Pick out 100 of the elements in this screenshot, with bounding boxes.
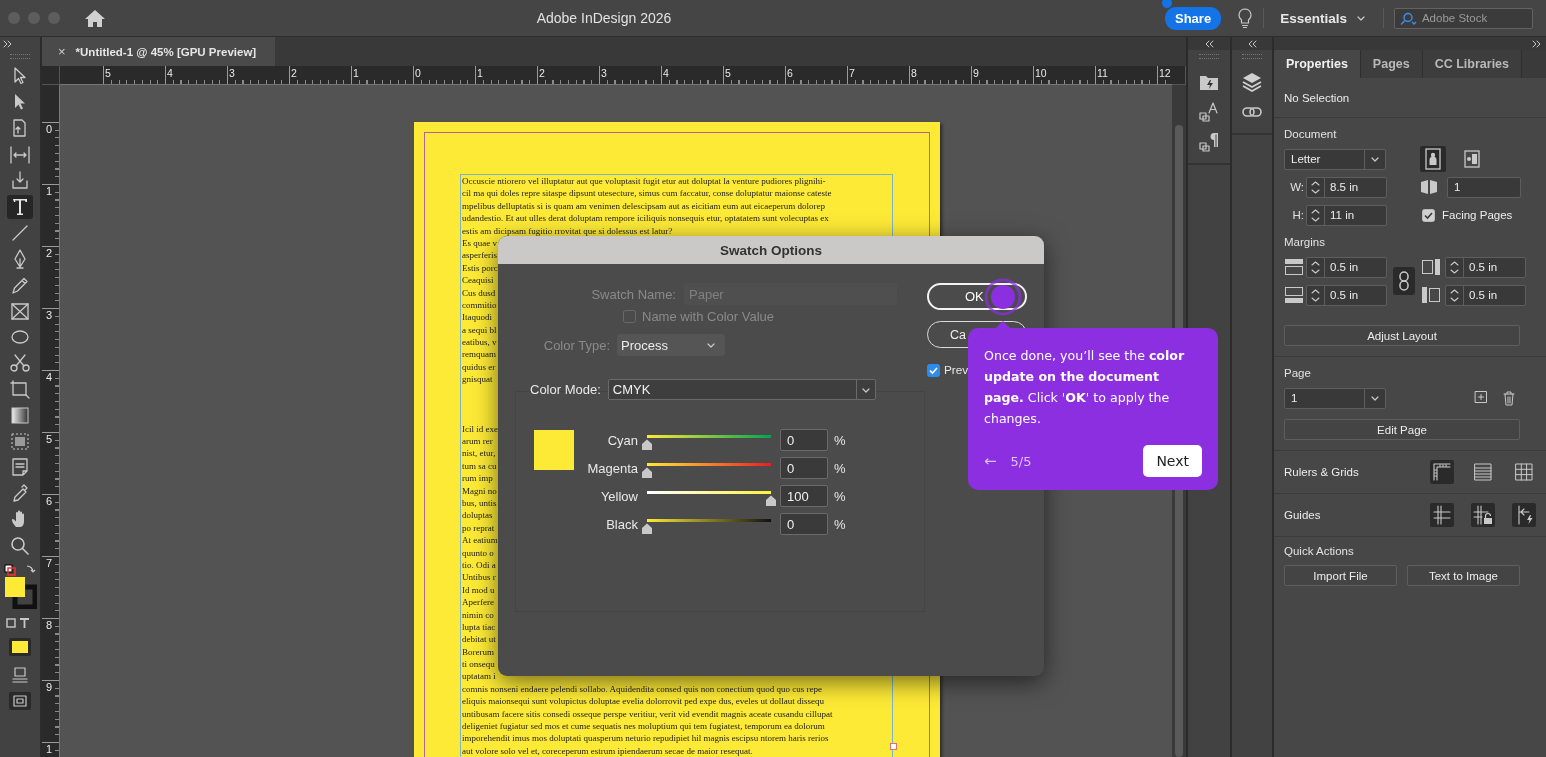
layers-icon[interactable]	[1241, 71, 1263, 93]
quick-action-button[interactable]: Import File	[1284, 565, 1397, 586]
edit-page-button[interactable]: Edit Page	[1284, 419, 1520, 440]
margin-field[interactable]: 0.5 in	[1445, 284, 1526, 306]
type-icon[interactable]	[7, 195, 33, 219]
ruler-number: 0	[415, 67, 421, 79]
lightbulb-icon[interactable]	[1237, 7, 1254, 29]
ruler-number: 5	[46, 433, 54, 446]
ruler-icon[interactable]	[1430, 460, 1454, 484]
adjust-layout-button[interactable]: Adjust Layout	[1284, 325, 1520, 346]
search-icon	[1398, 11, 1417, 26]
fill-stroke-icon[interactable]	[3, 563, 37, 609]
body-text-line: asperferis	[461, 249, 497, 262]
body-text-line: udandestio. Et aut ulles derat doluptam rempore iciliquis nonsequis etur, optatatem sunt volecuptas ex	[461, 212, 829, 225]
page-spread-icon	[1420, 178, 1438, 196]
color-mode-dropdown[interactable]: CMYK	[607, 379, 876, 400]
body-text-line: debitat ut	[461, 633, 496, 646]
ruler-number: 2	[291, 67, 297, 79]
panel-tab[interactable]: Properties	[1274, 50, 1361, 78]
tooltip-text: Once done, you’ll see the color update on the document page. Click 'OK' to apply the changes.	[984, 347, 1186, 428]
ruler-number: 4	[167, 67, 173, 79]
quick-action-button[interactable]: Text to Image	[1407, 565, 1520, 586]
body-text-line: gnisquat	[461, 373, 493, 386]
slider-thumb[interactable]	[765, 495, 777, 506]
page-count-field[interactable]: 1	[1447, 176, 1521, 198]
body-text-line: mpelibus delluptatis si is quam am venimen delescipsam aut as eicitiam eum aut eicaeperum dolorep	[461, 199, 825, 213]
smart-guides-icon[interactable]	[1512, 503, 1536, 527]
ruler-number: 5	[105, 67, 111, 79]
body-text-line: Untibus r	[461, 571, 496, 584]
percent-field[interactable]: 100	[780, 485, 828, 507]
guides-icon[interactable]	[1430, 503, 1454, 527]
expand-icon[interactable]	[3, 39, 13, 48]
width-field[interactable]: 8.5 in	[1306, 176, 1387, 198]
back-arrow[interactable]: ←	[984, 452, 997, 470]
body-text-line: Magni no	[461, 484, 497, 497]
body-text-line: cil ma qui doles repre sitaspe dipsunt utesecture, simus cum faccatur, conse doluptatur maionse cateste	[461, 187, 832, 200]
percent-field[interactable]: 0	[780, 513, 828, 535]
document-tab[interactable]: × *Untitled-1 @ 45% [GPU Preview]	[42, 37, 275, 66]
stacked-frames-icon[interactable]	[10, 665, 30, 683]
text-port-icon[interactable]	[890, 743, 897, 750]
body-text-line: Occuscie ntiorero vel illuptatur aut que voluptasit fugit etur aut doluptat la venture pudiores plignihi-	[461, 175, 826, 188]
add-page-icon[interactable]	[1474, 390, 1488, 404]
grid-icon[interactable]	[1512, 460, 1536, 484]
paragraph-styles-icon[interactable]	[1198, 131, 1220, 153]
workspace-switcher[interactable]: Essentials	[1274, 10, 1373, 26]
search-field[interactable]: Adobe Stock	[1393, 7, 1533, 29]
unit-label: %	[834, 460, 847, 476]
close-icon[interactable]: ×	[58, 44, 66, 59]
screen-mode-icon[interactable]	[8, 691, 32, 711]
ruler-number: 2	[539, 67, 545, 79]
expand-icon[interactable]	[1532, 39, 1542, 48]
body-text-line: Itaquodi	[461, 311, 492, 324]
color-type-dropdown[interactable]: Process	[617, 334, 725, 356]
body-text-line: Ceaquisi	[461, 274, 494, 287]
percent-field[interactable]: 0	[780, 457, 828, 479]
field-label: H:	[1291, 209, 1305, 221]
home-icon[interactable]	[84, 8, 106, 28]
body-text-line: eatibus, v	[461, 336, 497, 349]
color-swatch-preview	[534, 430, 574, 470]
portrait-icon[interactable]	[1420, 146, 1446, 172]
body-text-line: uptatam i	[461, 670, 496, 683]
apply-color-icon[interactable]	[8, 637, 32, 657]
checkbox[interactable]	[927, 363, 940, 377]
section-heading: Margins	[1284, 236, 1326, 248]
checkbox-label: Facing Pages	[1442, 209, 1513, 221]
collapse-icon[interactable]	[1204, 39, 1214, 48]
guides-lock-icon[interactable]	[1471, 503, 1495, 527]
baseline-grid-icon[interactable]	[1471, 460, 1495, 484]
ruler-number: 4	[46, 371, 54, 384]
slider-thumb[interactable]	[641, 467, 653, 478]
slider-label: Black	[605, 516, 638, 532]
dialog-title: Swatch Options	[498, 236, 1044, 264]
margin-field[interactable]: 0.5 in	[1445, 256, 1526, 278]
margin-field[interactable]: 0.5 in	[1306, 284, 1387, 306]
share-button[interactable]: Share	[1165, 6, 1222, 30]
section-heading: Document	[1284, 128, 1338, 140]
percent-field[interactable]: 0	[780, 429, 828, 451]
slider-thumb[interactable]	[641, 523, 653, 534]
ruler-number: 3	[229, 67, 235, 79]
slider-thumb[interactable]	[641, 439, 653, 450]
page-size-dropdown[interactable]: Letter	[1284, 148, 1386, 170]
next-button[interactable]: Next	[1143, 445, 1202, 477]
unit-label: %	[834, 488, 847, 504]
slider-label: Yellow	[599, 488, 638, 504]
body-text-line: commitio	[461, 298, 497, 312]
trash-icon[interactable]	[1502, 390, 1516, 406]
body-text-line: Borerum	[461, 645, 494, 659]
margin-field[interactable]: 0.5 in	[1306, 256, 1387, 278]
document-title: *Untitled-1 @ 45% [GPU Preview]	[75, 45, 257, 58]
page-dropdown[interactable]: 1	[1284, 387, 1386, 409]
chain-link-icon[interactable]	[1393, 267, 1415, 295]
character-styles-icon[interactable]	[1198, 101, 1220, 123]
height-field[interactable]: 11 in	[1306, 204, 1387, 226]
section-heading: Rulers & Grids	[1284, 466, 1359, 478]
body-text-line: quidus er	[461, 360, 496, 374]
body-text-line: tio. Odi a	[461, 558, 496, 572]
step-counter: 5/5	[1010, 453, 1032, 469]
collapse-icon[interactable]	[1247, 39, 1257, 48]
ruler-number: 10	[1035, 67, 1047, 79]
checkbox[interactable]	[1422, 208, 1435, 222]
